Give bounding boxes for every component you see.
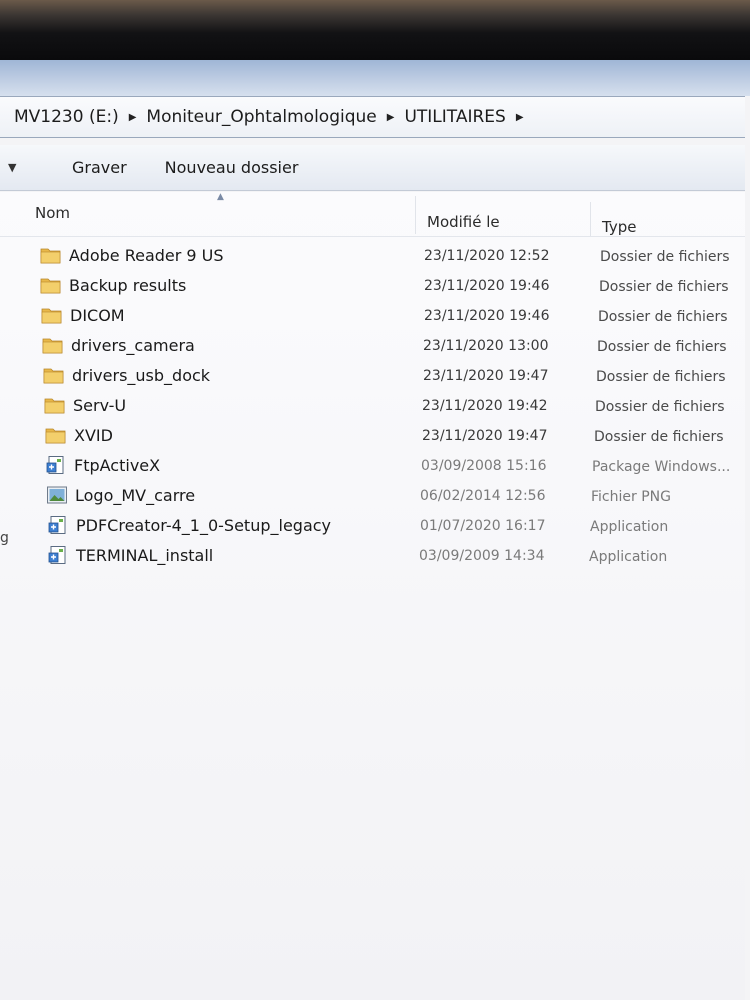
window-title-bar bbox=[0, 60, 750, 96]
file-name: PDFCreator-4_1_0-Setup_legacy bbox=[76, 515, 332, 535]
file-name-cell[interactable]: Serv-U bbox=[44, 395, 126, 415]
file-name-cell[interactable]: TERMINAL_install bbox=[47, 545, 213, 565]
file-modified-date: 03/09/2009 14:34 bbox=[419, 548, 545, 564]
column-divider[interactable] bbox=[590, 202, 591, 236]
file-row[interactable]: Backup results 23/11/2020 19:46 Dossier de… bbox=[0, 270, 745, 300]
address-bar[interactable]: MV1230 (E:) ▶ Moniteur_Ophtalmologique ▶… bbox=[0, 96, 745, 138]
file-row[interactable]: drivers_usb_dock 23/11/2020 19:47 Dossier … bbox=[0, 360, 745, 390]
file-modified-date: 23/11/2020 19:42 bbox=[422, 398, 548, 414]
file-name: drivers_usb_dock bbox=[72, 365, 211, 385]
file-type: Package Windows... bbox=[592, 459, 731, 475]
breadcrumb-folder[interactable]: Moniteur_Ophtalmologique bbox=[140, 107, 382, 127]
file-name: Backup results bbox=[69, 275, 187, 295]
file-row[interactable]: Serv-U 23/11/2020 19:42 Dossier de fichier… bbox=[0, 390, 745, 420]
file-type: Dossier de fichiers bbox=[596, 369, 726, 385]
file-type: Dossier de fichiers bbox=[597, 339, 727, 355]
column-header-type[interactable]: Type bbox=[602, 218, 636, 236]
column-headers: ▲ Nom Modifié le Type bbox=[0, 192, 745, 237]
file-name: drivers_camera bbox=[71, 335, 195, 355]
breadcrumb-separator-icon[interactable]: ▶ bbox=[383, 112, 399, 123]
file-name-cell[interactable]: drivers_usb_dock bbox=[43, 365, 210, 385]
file-row[interactable]: FtpActiveX 03/09/2008 15:16 Package Window… bbox=[0, 450, 745, 480]
file-name: XVID bbox=[74, 425, 113, 445]
file-name: Serv-U bbox=[73, 395, 127, 415]
folder-icon bbox=[42, 335, 64, 355]
folder-icon bbox=[40, 245, 62, 265]
installer-icon bbox=[45, 455, 67, 475]
file-name: DICOM bbox=[70, 305, 125, 325]
file-name-cell[interactable]: Adobe Reader 9 US bbox=[40, 245, 224, 265]
installer-icon bbox=[47, 515, 69, 535]
folder-icon bbox=[45, 425, 67, 445]
image-file-icon bbox=[46, 485, 68, 505]
file-modified-date: 01/07/2020 16:17 bbox=[420, 518, 546, 534]
file-name-cell[interactable]: XVID bbox=[45, 425, 113, 445]
folder-icon bbox=[41, 305, 63, 325]
folder-icon bbox=[43, 365, 65, 385]
burn-button[interactable]: Graver bbox=[58, 152, 141, 183]
file-row[interactable]: PDFCreator-4_1_0-Setup_legacy 01/07/2020 … bbox=[0, 510, 745, 540]
file-type: Dossier de fichiers bbox=[599, 279, 729, 295]
breadcrumb-current[interactable]: UTILITAIRES bbox=[398, 107, 511, 127]
installer-icon bbox=[47, 545, 69, 565]
file-modified-date: 23/11/2020 12:52 bbox=[424, 248, 550, 264]
file-modified-date: 23/11/2020 19:47 bbox=[423, 368, 549, 384]
file-name-cell[interactable]: DICOM bbox=[41, 305, 125, 325]
file-name-cell[interactable]: Logo_MV_carre bbox=[46, 485, 195, 505]
file-name-cell[interactable]: Backup results bbox=[40, 275, 186, 295]
monitor-bezel bbox=[0, 0, 750, 60]
breadcrumb-drive[interactable]: MV1230 (E:) bbox=[8, 107, 125, 127]
file-type: Application bbox=[589, 549, 668, 565]
new-folder-button[interactable]: Nouveau dossier bbox=[151, 152, 313, 183]
file-type: Dossier de fichiers bbox=[600, 249, 730, 265]
file-modified-date: 23/11/2020 13:00 bbox=[423, 338, 549, 354]
file-modified-date: 03/09/2008 15:16 bbox=[421, 458, 547, 474]
file-name: TERMINAL_install bbox=[76, 545, 214, 565]
file-name: Logo_MV_carre bbox=[75, 485, 196, 505]
breadcrumb-separator-icon[interactable]: ▶ bbox=[125, 112, 141, 123]
command-toolbar: ▼ Graver Nouveau dossier bbox=[0, 145, 745, 191]
folder-icon bbox=[40, 275, 62, 295]
file-name-cell[interactable]: drivers_camera bbox=[42, 335, 195, 355]
file-type: Application bbox=[590, 519, 669, 535]
breadcrumb-separator-icon[interactable]: ▶ bbox=[512, 112, 528, 123]
file-name-cell[interactable]: PDFCreator-4_1_0-Setup_legacy bbox=[47, 515, 331, 535]
file-modified-date: 23/11/2020 19:46 bbox=[424, 278, 550, 294]
file-name: FtpActiveX bbox=[74, 455, 161, 475]
file-modified-date: 23/11/2020 19:47 bbox=[422, 428, 548, 444]
file-row[interactable]: TERMINAL_install 03/09/2009 14:34 Applicat… bbox=[0, 540, 745, 570]
file-list-pane: ▲ Nom Modifié le Type Adobe Reader 9 US 2… bbox=[0, 192, 745, 1000]
file-type: Dossier de fichiers bbox=[594, 429, 724, 445]
file-row[interactable]: XVID 23/11/2020 19:47 Dossier de fichiers bbox=[0, 420, 745, 450]
chevron-down-icon[interactable]: ▼ bbox=[8, 161, 48, 174]
folder-icon bbox=[44, 395, 66, 415]
file-modified-date: 23/11/2020 19:46 bbox=[424, 308, 550, 324]
column-header-modified[interactable]: Modifié le bbox=[427, 213, 500, 231]
file-rows: Adobe Reader 9 US 23/11/2020 12:52 Dossier… bbox=[0, 240, 745, 570]
file-type: Dossier de fichiers bbox=[598, 309, 728, 325]
file-row[interactable]: DICOM 23/11/2020 19:46 Dossier de fichiers bbox=[0, 300, 745, 330]
file-name-cell[interactable]: FtpActiveX bbox=[45, 455, 160, 475]
file-type: Dossier de fichiers bbox=[595, 399, 725, 415]
sort-ascending-icon: ▲ bbox=[217, 192, 224, 202]
file-row[interactable]: drivers_camera 23/11/2020 13:00 Dossier de… bbox=[0, 330, 745, 360]
file-row[interactable]: Adobe Reader 9 US 23/11/2020 12:52 Dossier… bbox=[0, 240, 745, 270]
file-modified-date: 06/02/2014 12:56 bbox=[420, 488, 546, 504]
clipped-text-fragment: g bbox=[0, 530, 9, 546]
file-type: Fichier PNG bbox=[591, 489, 671, 505]
column-divider[interactable] bbox=[415, 196, 416, 234]
photo-frame: MV1230 (E:) ▶ Moniteur_Ophtalmologique ▶… bbox=[0, 0, 750, 1000]
file-name: Adobe Reader 9 US bbox=[69, 245, 224, 265]
file-row[interactable]: Logo_MV_carre 06/02/2014 12:56 Fichier PNG bbox=[0, 480, 745, 510]
column-header-name[interactable]: Nom bbox=[35, 204, 70, 222]
